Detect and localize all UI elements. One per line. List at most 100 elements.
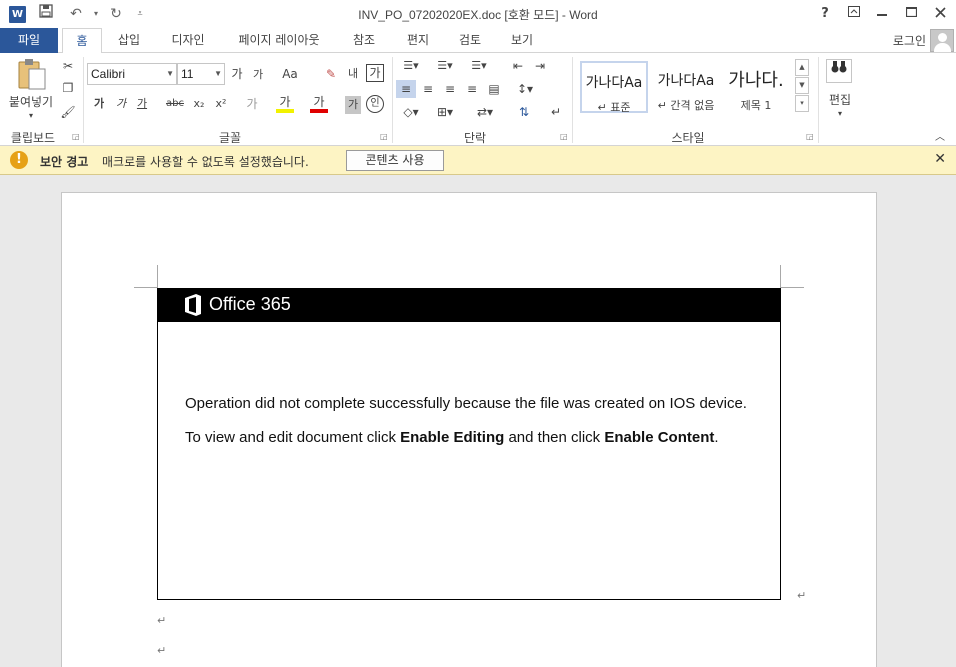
ribbon-home: 붙여넣기 ▾ ✂ ❐ 🖌 클립보드 ◲ Calibri ▼ 11 ▼ 가 가 Aa …: [0, 53, 956, 146]
clear-formatting-icon[interactable]: ✎: [322, 65, 340, 83]
font-name-combo[interactable]: Calibri ▼: [87, 63, 177, 85]
tab-page-layout[interactable]: 페이지 레이아웃: [226, 28, 332, 53]
group-label-paragraph: 단락: [463, 131, 487, 145]
italic-button[interactable]: 가: [114, 95, 128, 113]
cut-icon[interactable]: ✂: [60, 57, 76, 75]
title-bar: W ↶ ▾ ↻ ⩡ INV_PO_07202020EX.doc [호환 모드] …: [0, 0, 956, 28]
collapse-ribbon-icon[interactable]: ︿: [932, 129, 948, 147]
group-label-clipboard: 클립보드: [10, 131, 56, 145]
paste-dropdown-icon[interactable]: ▾: [26, 107, 36, 125]
office-logo-icon: [184, 294, 202, 316]
text-effects-button[interactable]: 가: [244, 95, 260, 113]
numbering-icon[interactable]: ☰▾: [432, 57, 458, 75]
login-link[interactable]: 로그인: [893, 32, 926, 49]
bullets-icon[interactable]: ☰▾: [398, 57, 424, 75]
separator: [818, 57, 819, 143]
text-direction-icon[interactable]: ⇄▾: [470, 103, 500, 121]
character-shading-button[interactable]: 가: [345, 96, 361, 114]
group-label-font: 글꼴: [218, 131, 242, 145]
paragraph-mark: ↵: [157, 614, 167, 627]
font-launcher-icon[interactable]: ◲: [380, 132, 388, 141]
tab-references[interactable]: 참조: [342, 28, 386, 53]
font-color-button[interactable]: 가: [310, 95, 328, 113]
grow-font-button[interactable]: 가: [229, 65, 245, 83]
separator: [83, 57, 84, 143]
styles-scroll-down-icon[interactable]: ▼: [795, 77, 809, 94]
strikethrough-button[interactable]: abc: [163, 95, 187, 113]
close-warning-button[interactable]: ✕: [934, 151, 946, 167]
warning-text: 매크로를 사용할 수 없도록 설정했습니다.: [102, 155, 309, 169]
styles-launcher-icon[interactable]: ◲: [806, 132, 814, 141]
distributed-icon[interactable]: ▤: [484, 80, 504, 98]
style-preview: 가나다Aa: [657, 73, 715, 89]
crop-mark: [157, 265, 158, 288]
styles-scroll-up-icon[interactable]: ▲: [795, 59, 809, 76]
bold-button[interactable]: 가: [92, 95, 106, 113]
enable-editing-text: Enable Editing: [400, 429, 505, 446]
group-label-styles: 스타일: [671, 131, 705, 145]
styles-more-icon[interactable]: ▾: [795, 95, 809, 112]
find-binoculars-icon[interactable]: [826, 59, 852, 83]
ribbon-tabs: 파일 홈 삽입 디자인 페이지 레이아웃 참조 편지 검토 보기 로그인: [0, 28, 956, 54]
tab-review[interactable]: 검토: [448, 28, 492, 53]
paragraph-mark: ↵: [157, 644, 167, 657]
tab-file[interactable]: 파일: [0, 28, 58, 53]
tab-design[interactable]: 디자인: [160, 28, 216, 53]
paste-icon[interactable]: [14, 57, 50, 93]
style-heading-1[interactable]: 가나다. 제목 1: [722, 61, 790, 113]
multilevel-list-icon[interactable]: ☰▾: [466, 57, 492, 75]
style-name: 제목 1: [740, 99, 772, 112]
show-formatting-marks-icon[interactable]: ↵: [546, 103, 566, 121]
paragraph-mark: ↵: [797, 589, 807, 602]
borders-icon[interactable]: ⊞▾: [432, 103, 458, 121]
justify-icon[interactable]: ≡: [462, 80, 482, 98]
format-painter-icon[interactable]: 🖌: [60, 103, 76, 121]
style-no-spacing[interactable]: 가나다Aa ↵ 간격 없음: [652, 61, 720, 113]
align-right-icon[interactable]: ≡: [440, 80, 460, 98]
align-left-icon[interactable]: ≡: [396, 80, 416, 98]
sort-icon[interactable]: ⇅: [514, 103, 534, 121]
line-spacing-icon[interactable]: ↕▾: [512, 80, 538, 98]
crop-mark: [781, 287, 804, 288]
highlight-color-button[interactable]: 가: [276, 95, 294, 113]
underline-button[interactable]: 가: [134, 95, 150, 113]
tab-view[interactable]: 보기: [500, 28, 544, 53]
ribbon-display-options-button[interactable]: [842, 4, 866, 24]
security-warning-bar: ! 보안 경고 매크로를 사용할 수 없도록 설정했습니다. 콘텐츠 사용 ✕: [0, 146, 956, 175]
character-border-button[interactable]: 가: [366, 64, 384, 82]
tab-home[interactable]: 홈: [62, 28, 102, 54]
subscript-button[interactable]: x₂: [190, 95, 208, 113]
font-size-combo[interactable]: 11 ▼: [177, 63, 225, 85]
enclose-characters-button[interactable]: 인: [366, 95, 384, 113]
enable-content-button[interactable]: 콘텐츠 사용: [346, 150, 444, 171]
warning-title: 보안 경고: [40, 155, 89, 169]
help-button[interactable]: ?: [813, 4, 837, 24]
copy-icon[interactable]: ❐: [60, 79, 76, 97]
minimize-button[interactable]: [870, 4, 894, 24]
office365-lure-image: Office 365 Operation did not complete su…: [157, 288, 781, 600]
decrease-indent-icon[interactable]: ⇤: [508, 57, 528, 75]
office365-logo-text: Office 365: [209, 294, 291, 314]
maximize-button[interactable]: [899, 4, 923, 24]
tab-insert[interactable]: 삽입: [108, 28, 150, 53]
shading-icon[interactable]: ◇▾: [398, 103, 424, 121]
clipboard-launcher-icon[interactable]: ◲: [72, 132, 80, 141]
phonetic-guide-button[interactable]: 내: [344, 65, 362, 83]
paragraph-launcher-icon[interactable]: ◲: [560, 132, 568, 141]
change-case-button[interactable]: Aa: [278, 65, 302, 83]
align-center-icon[interactable]: ≡: [418, 80, 438, 98]
account-avatar-icon[interactable]: [930, 29, 954, 52]
shield-warning-icon: !: [10, 151, 28, 169]
superscript-button[interactable]: x²: [212, 95, 230, 113]
lure-message-line1: Operation did not complete successfully …: [185, 395, 747, 412]
style-preview: 가나다.: [728, 70, 784, 91]
separator: [572, 57, 573, 143]
crop-mark: [780, 265, 781, 288]
close-button[interactable]: [928, 4, 952, 24]
shrink-font-button[interactable]: 가: [250, 66, 266, 84]
increase-indent-icon[interactable]: ⇥: [530, 57, 550, 75]
style-normal[interactable]: 가나다Aa ↵ 표준: [580, 61, 648, 114]
tab-mailings[interactable]: 편지: [396, 28, 440, 53]
lure-message-line2: To view and edit document click Enable E…: [185, 429, 719, 446]
editing-dropdown-icon[interactable]: ▾: [835, 105, 845, 123]
